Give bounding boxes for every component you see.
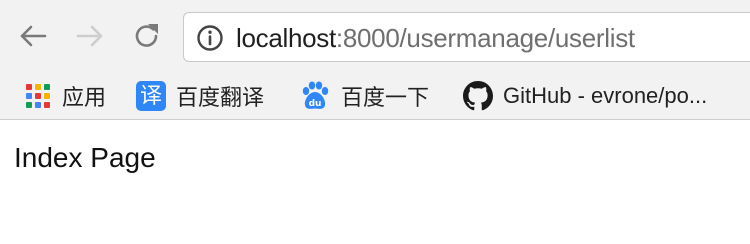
arrow-right-icon (76, 25, 103, 47)
bookmark-label: 百度一下 (341, 85, 430, 110)
github-icon (463, 81, 493, 111)
bookmark-baidu-translate[interactable]: 译 百度翻译 (136, 78, 264, 114)
apps-grid-icon (24, 82, 52, 110)
bookmark-baidu[interactable]: du 百度一下 (299, 78, 429, 114)
svg-text:du: du (309, 99, 322, 109)
browser-toolbar: localhost:8000/usermanage/userlist (0, 0, 750, 72)
bookmark-label: 百度翻译 (176, 85, 265, 110)
baidu-paw-icon: du (302, 81, 329, 109)
reload-icon (135, 24, 158, 47)
back-button[interactable] (15, 18, 51, 54)
info-circle-icon[interactable] (196, 24, 224, 52)
reload-button[interactable] (129, 18, 165, 54)
baidu-translate-icon: 译 (136, 81, 166, 111)
url-path: :8000/usermanage/userlist (335, 23, 635, 53)
bookmark-apps[interactable]: 应用 (24, 78, 106, 114)
bookmarks-bar: 应用 译 百度翻译 du 百度一下 GitHub - evrone/po... (0, 72, 750, 120)
url-text[interactable]: localhost:8000/usermanage/userlist (236, 22, 635, 54)
bookmark-github[interactable]: GitHub - evrone/po... (463, 78, 707, 114)
page-title: Index Page (14, 142, 156, 173)
bookmark-label: GitHub - evrone/po... (503, 83, 708, 108)
address-bar[interactable]: localhost:8000/usermanage/userlist (183, 12, 750, 62)
bookmark-label: 应用 (62, 85, 107, 110)
url-host: localhost (236, 23, 336, 53)
forward-button[interactable] (72, 18, 108, 54)
arrow-left-icon (20, 25, 47, 47)
